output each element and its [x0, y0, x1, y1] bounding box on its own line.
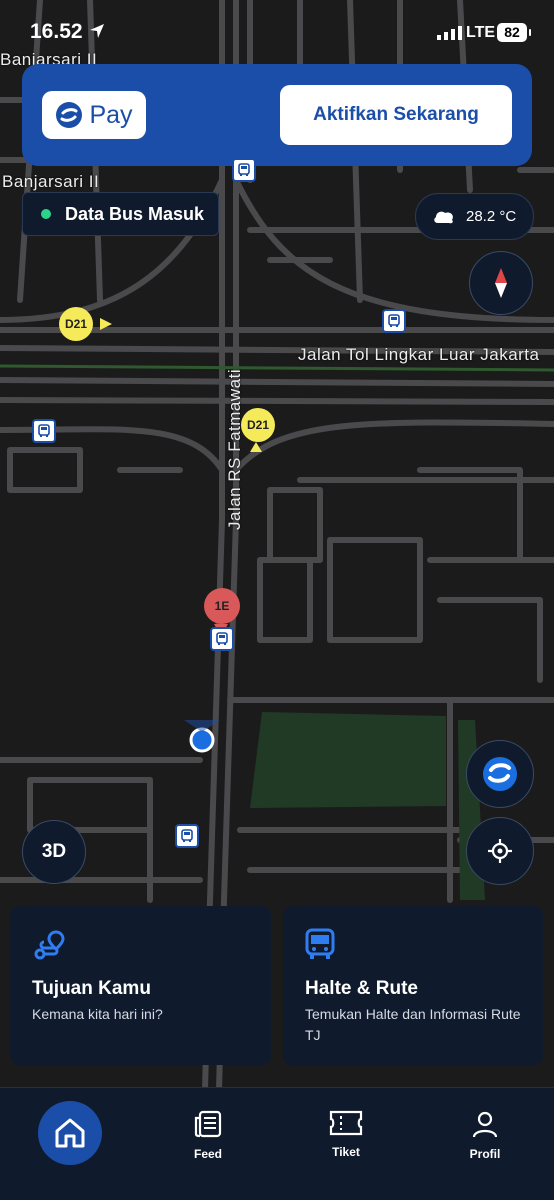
- bus-icon: [238, 163, 250, 176]
- route-badge-1e[interactable]: 1E: [204, 588, 240, 624]
- data-bus-status[interactable]: Data Bus Masuk: [22, 192, 219, 236]
- bottom-navigation: Feed Tiket Profil: [0, 1087, 554, 1200]
- battery-tip: [529, 29, 531, 36]
- route-badge-d21[interactable]: D21: [241, 408, 275, 442]
- bus-icon: [388, 314, 400, 327]
- cloud-icon: [434, 211, 453, 223]
- battery-level: 82: [497, 23, 527, 42]
- live-dot: [41, 209, 51, 219]
- route-badge-d21[interactable]: D21: [59, 307, 93, 341]
- bus-icon: [305, 928, 335, 959]
- location-arrow-icon: [90, 24, 104, 38]
- map-label-fatmawati: Jalan RS Fatmawati: [225, 368, 244, 530]
- nav-profile-label: Profil: [469, 1147, 501, 1161]
- bus-icon: [216, 632, 228, 645]
- map-label-banjarsari: Banjarsari II: [2, 172, 100, 191]
- temperature: 28.2 °C: [466, 208, 517, 225]
- headset-icon: [483, 757, 517, 791]
- nav-home[interactable]: [38, 1101, 102, 1165]
- user-icon: [472, 1111, 498, 1138]
- compass-button[interactable]: [469, 251, 533, 315]
- newspaper-icon: [194, 1110, 222, 1138]
- nav-ticket-label: Tiket: [332, 1145, 360, 1159]
- nav-profile[interactable]: Profil: [445, 1110, 525, 1161]
- home-icon: [55, 1118, 85, 1148]
- activate-now-button[interactable]: Aktifkan Sekarang: [280, 85, 512, 145]
- weather-pill: 28.2 °C: [415, 193, 534, 240]
- pay-label: Pay: [89, 100, 133, 129]
- bus-icon: [38, 424, 50, 437]
- crosshair-icon: [488, 839, 512, 863]
- network-type: LTE: [466, 24, 496, 41]
- bus-stop-marker[interactable]: [210, 627, 234, 651]
- stops-routes-card[interactable]: Halte & Rute Temukan Halte dan Informasi…: [283, 906, 543, 1065]
- pay-logo-icon: [56, 102, 83, 128]
- user-location-marker: [189, 727, 215, 753]
- stops-title: Halte & Rute: [305, 978, 418, 999]
- bus-stop-marker[interactable]: [32, 419, 56, 443]
- nav-feed[interactable]: Feed: [168, 1110, 248, 1161]
- bus-stop-marker[interactable]: [382, 309, 406, 333]
- nav-ticket[interactable]: Tiket: [306, 1110, 386, 1159]
- assistant-button[interactable]: [466, 740, 534, 808]
- route-icon: [34, 930, 65, 960]
- compass-icon: [495, 268, 507, 298]
- bus-stop-marker[interactable]: [232, 158, 256, 182]
- ticket-icon: [329, 1110, 363, 1136]
- 3d-toggle-button[interactable]: 3D: [22, 820, 86, 884]
- destination-subtitle: Kemana kita hari ini?: [32, 1006, 163, 1022]
- destination-title: Tujuan Kamu: [32, 978, 151, 999]
- bus-icon: [181, 829, 193, 842]
- data-bus-label: Data Bus Masuk: [65, 203, 205, 224]
- bus-stop-marker[interactable]: [175, 824, 199, 848]
- destination-card[interactable]: Tujuan Kamu Kemana kita hari ini?: [10, 906, 271, 1065]
- status-time: 16.52: [30, 20, 83, 43]
- signal-icon: [437, 26, 462, 40]
- stops-subtitle: Temukan Halte dan Informasi Rute TJ: [305, 1006, 521, 1043]
- pay-logo-button[interactable]: Pay: [42, 91, 146, 139]
- map-label-toll-road: Jalan Tol Lingkar Luar Jakarta: [298, 345, 540, 364]
- nav-feed-label: Feed: [193, 1147, 222, 1161]
- pay-banner: Pay Aktifkan Sekarang: [22, 64, 532, 166]
- recenter-button[interactable]: [466, 817, 534, 885]
